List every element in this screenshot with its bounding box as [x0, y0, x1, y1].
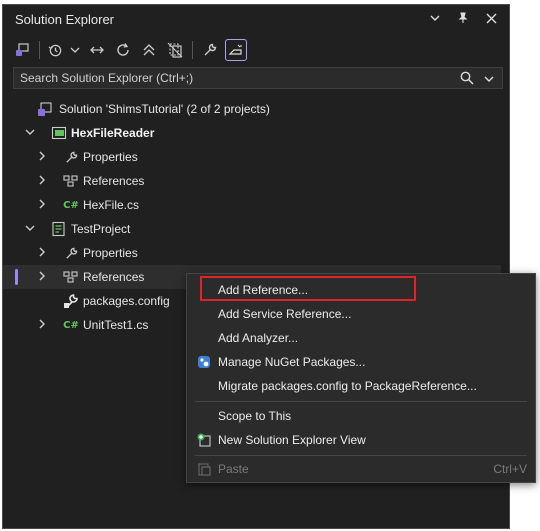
chevron-right-icon[interactable]: [35, 175, 49, 188]
tree-item-references[interactable]: References: [3, 169, 501, 193]
history-icon[interactable]: [46, 39, 64, 61]
menu-item-scope-to-this[interactable]: Scope to This: [187, 404, 535, 428]
wrench-icon: [63, 149, 79, 165]
tree-item-label: Properties: [83, 150, 138, 164]
sync-with-active-document-icon[interactable]: [86, 39, 108, 61]
menu-item-shortcut: Ctrl+V: [493, 462, 527, 476]
chevron-down-icon[interactable]: [23, 223, 37, 236]
chevron-down-icon[interactable]: [427, 10, 443, 26]
tree-item-project-testproject[interactable]: TestProject: [3, 217, 501, 241]
menu-item-label: Paste: [218, 462, 249, 476]
highlight-box: [200, 276, 416, 301]
show-all-files-icon[interactable]: [164, 39, 186, 61]
menu-item-label: Add Service Reference...: [218, 307, 352, 321]
properties-wrench-icon[interactable]: [199, 39, 221, 61]
menu-item-label: Add Analyzer...: [218, 331, 299, 345]
tree-item-project-hexfilereader[interactable]: HexFileReader: [3, 121, 501, 145]
close-icon[interactable]: [483, 10, 499, 26]
pin-icon[interactable]: [455, 10, 471, 26]
new-view-icon: [197, 433, 211, 447]
toolbar-separator: [39, 41, 40, 59]
chevron-right-icon[interactable]: [35, 319, 49, 332]
search-options-chevron-icon[interactable]: [484, 73, 494, 87]
tree-item-solution[interactable]: Solution 'ShimsTutorial' (2 of 2 project…: [3, 97, 501, 121]
chevron-right-icon[interactable]: [35, 247, 49, 260]
solution-icon: [37, 101, 53, 117]
chevron-right-icon[interactable]: [35, 151, 49, 164]
references-icon: [63, 269, 79, 285]
menu-item-label: Manage NuGet Packages...: [218, 355, 366, 369]
menu-item-manage-nuget[interactable]: Manage NuGet Packages...: [187, 350, 535, 374]
title-bar: Solution Explorer: [3, 5, 509, 33]
csharp-project-icon: [51, 125, 67, 141]
references-icon: [63, 173, 79, 189]
chevron-down-icon[interactable]: [23, 127, 37, 140]
tree-item-label: Solution 'ShimsTutorial' (2 of 2 project…: [59, 102, 270, 116]
panel-title: Solution Explorer: [15, 11, 114, 27]
nuget-icon: [197, 355, 211, 369]
tree-item-label: packages.config: [83, 294, 170, 308]
menu-item-label: Scope to This: [218, 409, 292, 423]
search-input[interactable]: Search Solution Explorer (Ctrl+;): [20, 71, 193, 85]
menu-item-label: Migrate packages.config to PackageRefere…: [218, 379, 477, 393]
menu-item-add-service-reference[interactable]: Add Service Reference...: [187, 302, 535, 326]
tree-item-label: References: [83, 270, 145, 284]
context-menu: Add Reference... Add Service Reference..…: [186, 273, 536, 483]
paste-icon: [197, 462, 211, 476]
tree-item-hexfile-cs[interactable]: C# HexFile.cs: [3, 193, 501, 217]
toolbar-separator: [192, 41, 193, 59]
refresh-icon[interactable]: [112, 39, 134, 61]
history-dropdown-icon[interactable]: [68, 39, 82, 61]
switch-views-icon[interactable]: [11, 39, 33, 61]
config-file-icon: [63, 293, 79, 309]
menu-item-new-solution-explorer-view[interactable]: New Solution Explorer View: [187, 428, 535, 452]
csharp-file-icon: C#: [63, 319, 79, 331]
menu-separator: [195, 455, 527, 456]
tree-item-label: UnitTest1.cs: [83, 318, 149, 332]
search-icon[interactable]: [460, 71, 474, 88]
csharp-file-icon: C#: [63, 199, 79, 211]
search-box[interactable]: Search Solution Explorer (Ctrl+;): [13, 67, 503, 89]
tree-item-label: References: [83, 174, 145, 188]
tree-item-label: HexFileReader: [71, 126, 155, 140]
tree-item-label: TestProject: [71, 222, 131, 236]
chevron-right-icon[interactable]: [35, 271, 49, 284]
selection-indicator: [15, 269, 18, 285]
menu-separator: [195, 401, 527, 402]
menu-item-add-analyzer[interactable]: Add Analyzer...: [187, 326, 535, 350]
wrench-icon: [63, 245, 79, 261]
tree-item-label: Properties: [83, 246, 138, 260]
collapse-all-icon[interactable]: [138, 39, 160, 61]
title-actions: [427, 10, 499, 26]
menu-item-label: New Solution Explorer View: [218, 433, 366, 447]
tree-item-properties[interactable]: Properties: [3, 241, 501, 265]
toolbar: [3, 35, 509, 65]
menu-item-migrate-packages[interactable]: Migrate packages.config to PackageRefere…: [187, 374, 535, 398]
test-project-icon: [51, 221, 67, 237]
chevron-right-icon[interactable]: [35, 199, 49, 212]
tree-item-properties[interactable]: Properties: [3, 145, 501, 169]
menu-item-paste[interactable]: Paste Ctrl+V: [187, 457, 535, 481]
tree-item-label: HexFile.cs: [83, 198, 140, 212]
preview-selected-items-icon[interactable]: [225, 39, 247, 61]
